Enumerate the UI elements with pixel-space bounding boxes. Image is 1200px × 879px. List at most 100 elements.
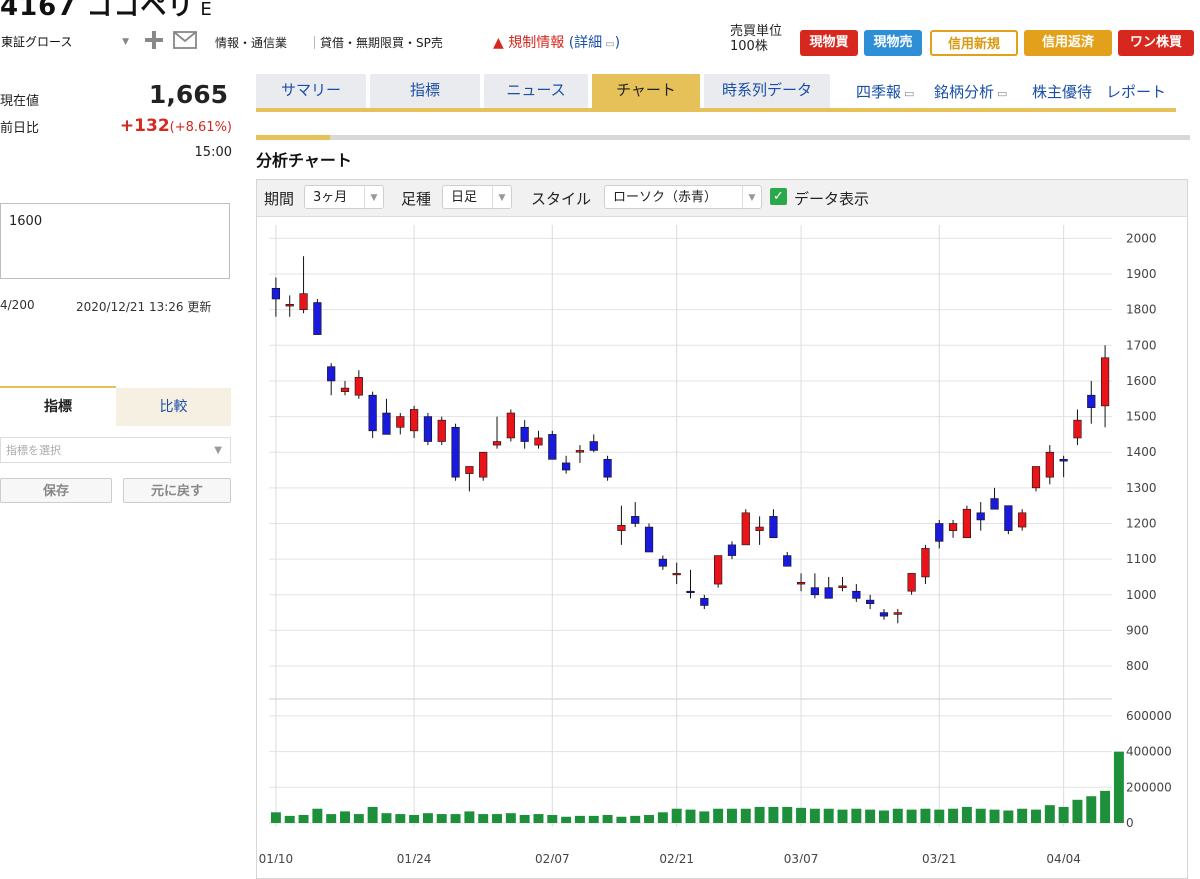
memo-textarea[interactable]: 1600 [0,203,230,279]
price-tick-label: 1300 [1126,481,1157,495]
volume-bar [1044,805,1055,823]
candle-down [1004,505,1013,531]
volume-bar [796,807,807,823]
price-tick-label: 1700 [1126,338,1157,352]
candle-down [644,526,654,553]
candle-down [783,555,792,567]
chart-progress-track [256,135,1190,140]
volume-bar [906,809,917,823]
volume-bar [823,808,834,823]
date-tick-label: 02/21 [659,852,694,863]
memo-char-count: 4/200 [0,298,35,312]
volume-tick-label: 200000 [1126,780,1172,794]
volume-bar [879,810,889,823]
candle-up [1073,419,1082,439]
candlestick-chart[interactable]: 2000 1900 1800 1700 1600 1500 1400 1300 1200 1100… [257,217,1187,863]
volume-bar [975,808,986,823]
candle-up [755,526,764,531]
reset-button[interactable]: 元に戻す [123,478,231,503]
candle-down [423,416,433,442]
candle-down [935,523,944,542]
period-label: 期間 [264,190,295,208]
mail-icon[interactable] [172,29,198,56]
one-share-buy-button[interactable]: ワン株買 [1118,30,1194,56]
candle-down [1087,394,1096,408]
volume-bar [1086,796,1097,823]
candle-up [617,524,626,531]
volume-bar [920,808,931,823]
price-tick-label: 1000 [1126,588,1157,602]
plus-icon[interactable] [143,29,165,56]
candle-up [492,441,502,446]
tab-summary[interactable]: サマリー [256,74,366,111]
link-shikiho[interactable]: 四季報 ▭ [856,81,914,102]
margin-new-button[interactable]: 信用新規 [930,30,1018,56]
margin-close-button[interactable]: 信用返済 [1024,30,1112,56]
volume-bar [422,813,433,823]
volume-bar [561,816,572,823]
spot-buy-button[interactable]: 現物買 [800,30,858,56]
candle-down [548,434,557,460]
volume-bar [353,814,364,823]
memo-updated: 2020/12/21 13:26 更新 [76,300,212,314]
tab-news[interactable]: ニュース [484,74,588,111]
candle-up [575,450,585,453]
market-select-value: 東証グロース [1,35,73,49]
style-select[interactable]: ローソク（赤青） ▼ [604,185,762,210]
volume-tick-label: 0 [1126,816,1134,830]
candle-down [769,516,778,539]
candle-up [907,573,916,592]
regulation-detail-link[interactable]: 詳細 [574,35,602,51]
candle-down [589,441,598,451]
volume-bar [989,809,1000,823]
link-report[interactable]: レポート [1106,81,1166,102]
candle-down [368,394,377,432]
chevron-down-icon: ▼ [364,186,383,210]
candle-down [852,590,861,599]
link-analysis[interactable]: 銘柄分析 ▭ [934,81,1007,102]
side-tab-indicator-list[interactable]: 指標 [0,388,116,426]
candle-up [893,612,902,615]
margin-info: 貸借・無期限買・SP売 [314,36,443,50]
volume-bar [547,814,558,823]
candle-up [534,437,543,446]
tab-timeseries[interactable]: 時系列データ [704,74,830,111]
candle-down [1059,459,1068,462]
warning-icon: ▲ [493,35,504,51]
stock-title-suffix: E [200,0,213,20]
candle-up [437,419,446,442]
price-tick-label: 1400 [1126,445,1157,459]
volume-bar [533,814,544,823]
candle-up [1018,512,1027,528]
change-percent: (+8.61%) [169,120,232,135]
candle-up [479,451,488,478]
candle-down [658,558,667,567]
spot-sell-button[interactable]: 現物売 [864,30,922,56]
period-select[interactable]: 3ヶ月 ▼ [304,185,384,210]
date-tick-label: 02/07 [535,852,570,863]
tab-indicators[interactable]: 指標 [370,74,480,111]
chevron-down-icon: ▼ [122,37,129,47]
tab-chart[interactable]: チャート [592,74,700,111]
save-button[interactable]: 保存 [0,478,112,503]
sector-label: 情報・通信業 [215,36,288,50]
side-tab-compare[interactable]: 比較 [116,388,231,426]
volume-bar [837,809,848,823]
volume-bar [436,814,447,823]
price-tick-label: 1100 [1126,552,1157,566]
price-tick-label: 900 [1126,623,1149,637]
volume-bar [685,809,696,823]
data-display-checkbox[interactable]: ✓ [770,188,787,205]
candle-up [299,293,308,310]
candle-up [921,548,930,578]
candle-up [354,377,363,396]
link-benefits[interactable]: 株主優待 [1032,81,1092,102]
candle-down [562,462,571,471]
volume-bar [409,814,420,823]
candle-down [727,544,737,556]
indicator-select[interactable]: 指標を選択 ▼ [0,437,231,463]
interval-select[interactable]: 日足 ▼ [442,185,512,210]
market-select[interactable]: 東証グロース ▼ [0,30,134,54]
trading-unit: 売買単位 100株 [730,24,782,54]
regulation-label[interactable]: 規制情報 [508,35,564,51]
